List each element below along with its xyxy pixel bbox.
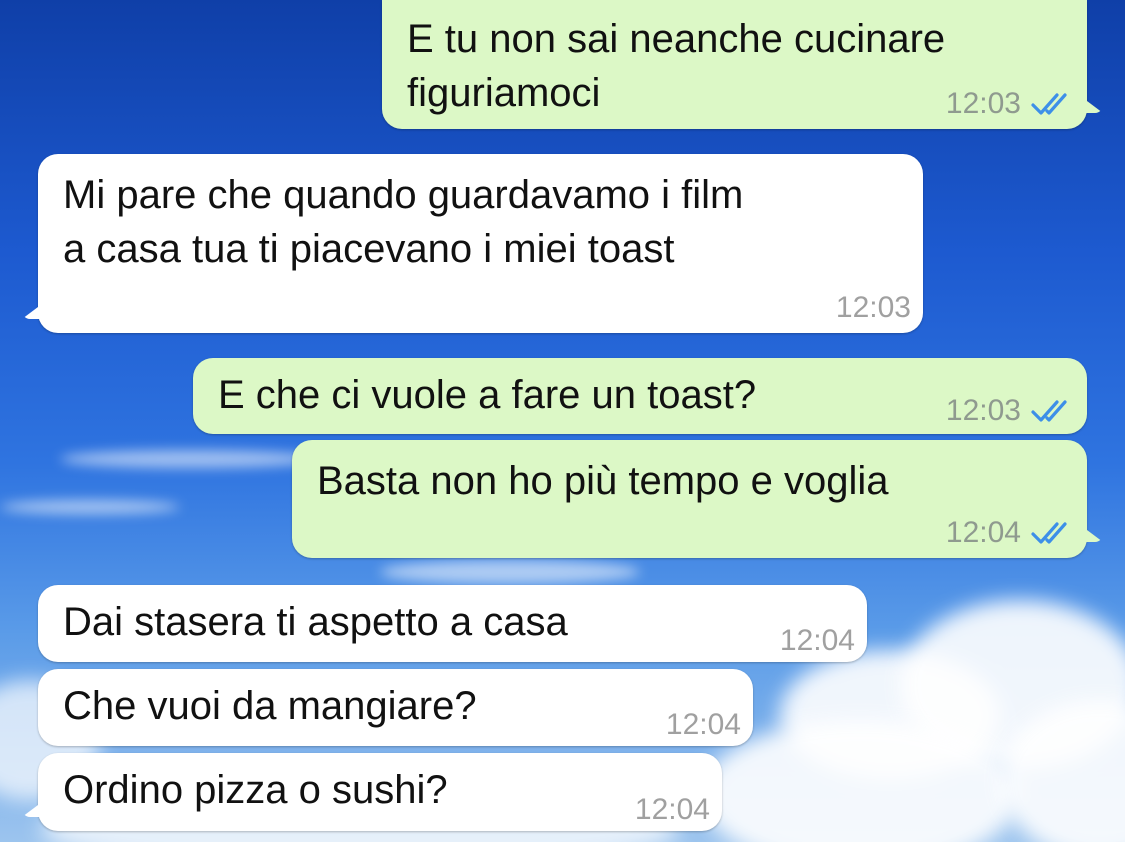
message-meta: 12:03 <box>946 87 1075 121</box>
outgoing-message[interactable]: Basta non ho più tempo e voglia 12:04 <box>292 440 1103 558</box>
message-text: Mi pare che quando guardavamo i film a c… <box>63 173 744 271</box>
message-text: Ordino pizza o sushi? <box>63 768 448 812</box>
message-time: 12:03 <box>945 394 1021 427</box>
message-meta: 12:04 <box>780 624 855 658</box>
message-text: E tu non sai neanche cucinare figuriamoc… <box>407 17 946 115</box>
incoming-message[interactable]: Dai stasera ti aspetto a casa 12:04 <box>38 585 867 662</box>
message-time: 12:04 <box>634 793 710 826</box>
double-check-icon <box>1031 522 1067 544</box>
incoming-message[interactable]: Ordino pizza o sushi? 12:04 <box>22 753 722 831</box>
incoming-message[interactable]: Mi pare che quando guardavamo i film a c… <box>22 154 923 333</box>
message-time: 12:04 <box>779 624 855 657</box>
message-time: 12:03 <box>945 87 1021 120</box>
message-time: 12:03 <box>835 291 911 324</box>
message-time: 12:04 <box>665 708 741 741</box>
message-time: 12:04 <box>945 516 1021 549</box>
double-check-icon <box>1031 400 1067 422</box>
double-check-icon <box>1031 93 1067 115</box>
incoming-message[interactable]: Che vuoi da mangiare? 12:04 <box>38 669 753 746</box>
outgoing-message[interactable]: E che ci vuole a fare un toast? 12:03 <box>193 358 1087 434</box>
message-text: E che ci vuole a fare un toast? <box>218 373 757 417</box>
message-text: Che vuoi da mangiare? <box>63 684 477 728</box>
message-meta: 12:04 <box>635 793 710 827</box>
message-meta: 12:04 <box>666 708 741 742</box>
message-meta: 12:04 <box>946 516 1075 550</box>
message-meta: 12:03 <box>836 291 911 325</box>
outgoing-message[interactable]: E tu non sai neanche cucinare figuriamoc… <box>382 0 1103 129</box>
message-text: Basta non ho più tempo e voglia <box>317 459 889 503</box>
message-text: Dai stasera ti aspetto a casa <box>63 600 568 644</box>
message-meta: 12:03 <box>946 394 1075 428</box>
